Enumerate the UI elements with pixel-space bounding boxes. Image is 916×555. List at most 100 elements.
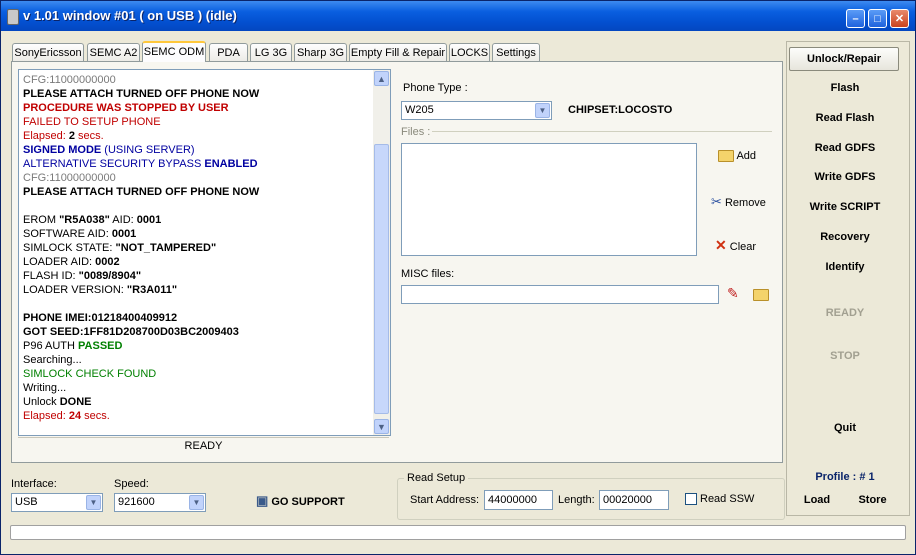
phone-type-value: W205 — [405, 104, 434, 116]
scroll-down-icon[interactable]: ▼ — [374, 419, 389, 434]
log-line: PLEASE ATTACH TURNED OFF PHONE NOW — [23, 186, 260, 198]
go-support-label: GO SUPPORT — [271, 496, 345, 508]
tab-lg-3g[interactable]: LG 3G — [250, 43, 292, 61]
scissors-icon: ✂ — [711, 194, 722, 209]
app-icon — [7, 9, 19, 25]
read-flash-button[interactable]: Read Flash — [790, 112, 900, 124]
write-gdfs-button[interactable]: Write GDFS — [790, 171, 900, 183]
load-profile-button[interactable]: Load — [802, 494, 832, 506]
log-line: SIGNED MODE (USING SERVER) — [23, 143, 368, 157]
store-profile-button[interactable]: Store — [855, 494, 890, 506]
interface-select[interactable]: USB ▼ — [11, 493, 103, 512]
interface-value: USB — [15, 496, 38, 508]
misc-files-input[interactable] — [401, 285, 719, 304]
go-support-button[interactable]: ▣ GO SUPPORT — [256, 493, 345, 509]
scroll-thumb[interactable] — [374, 144, 389, 414]
log-text: AID: — [109, 214, 137, 226]
add-label: Add — [736, 150, 757, 162]
remove-label: Remove — [724, 197, 766, 209]
log-line: FLASH ID: "0089/8904" — [23, 269, 368, 283]
log-text: Elapsed: — [23, 410, 69, 422]
files-list[interactable] — [401, 143, 697, 256]
minimize-button[interactable]: – — [846, 9, 865, 28]
log-line: Writing... — [23, 382, 67, 394]
read-setup-title: Read Setup — [404, 472, 469, 484]
interface-label: Interface: — [11, 478, 57, 490]
edit-pencil-icon[interactable]: ✎ — [727, 285, 739, 302]
clear-button[interactable]: ✕ Clear — [715, 237, 756, 254]
log-line: Searching... — [23, 354, 82, 366]
tab-empty-fill-repair[interactable]: Empty Fill & Repair — [349, 43, 447, 61]
misc-open-button[interactable] — [753, 289, 769, 302]
log-text: secs. — [75, 130, 104, 142]
speed-value: 921600 — [118, 496, 155, 508]
flash-button[interactable]: Flash — [790, 82, 900, 94]
speed-select[interactable]: 921600 ▼ — [114, 493, 206, 512]
length-input[interactable]: 00020000 — [599, 490, 669, 510]
quit-button[interactable]: Quit — [790, 422, 900, 434]
log-text: Unlock — [23, 396, 60, 408]
title-bar[interactable]: v 1.01 window #01 ( on USB ) (idle) – □ … — [1, 1, 915, 31]
tab-sharp-3g[interactable]: Sharp 3G — [294, 43, 347, 61]
clear-x-icon: ✕ — [715, 237, 727, 253]
log-line: P96 AUTH PASSED — [23, 339, 368, 353]
log-line: GOT SEED:1FF81D208700D03BC2009403 — [23, 326, 239, 338]
phone-type-select[interactable]: W205 ▼ — [401, 101, 552, 120]
folder-icon — [718, 150, 734, 163]
chevron-down-icon[interactable]: ▼ — [86, 495, 101, 510]
log-value: PASSED — [78, 340, 123, 352]
log-text: LOADER VERSION: — [23, 284, 127, 296]
tab-locks[interactable]: LOCKS — [449, 43, 490, 61]
add-button[interactable]: Add — [718, 150, 757, 163]
ready-status: READY — [825, 307, 865, 319]
recovery-button[interactable]: Recovery — [790, 231, 900, 243]
tab-semc-odm[interactable]: SEMC ODM — [142, 41, 206, 62]
log-text: Elapsed: — [23, 130, 69, 142]
profile-label: Profile : # 1 — [815, 471, 875, 483]
stop-button[interactable]: STOP — [790, 350, 900, 362]
log-text: SOFTWARE AID: — [23, 228, 112, 240]
log-scrollbar[interactable]: ▲ ▼ — [373, 70, 390, 435]
log-status: READY — [18, 437, 389, 454]
log-output[interactable]: CFG:11000000000 PLEASE ATTACH TURNED OFF… — [18, 69, 391, 436]
read-ssw-checkbox[interactable] — [685, 493, 697, 505]
log-value: 24 — [68, 410, 82, 422]
chevron-down-icon[interactable]: ▼ — [189, 495, 204, 510]
tab-pda[interactable]: PDA — [209, 43, 248, 61]
start-address-value: 44000000 — [488, 494, 537, 506]
log-value: 0001 — [111, 228, 137, 240]
log-text: (USING SERVER) — [101, 144, 195, 156]
progress-bar — [10, 525, 906, 540]
close-button[interactable]: ✕ — [890, 9, 909, 28]
log-line-blank — [23, 199, 368, 213]
tab-semc-a2[interactable]: SEMC A2 — [87, 43, 140, 61]
chevron-down-icon[interactable]: ▼ — [535, 103, 550, 118]
log-line: SOFTWARE AID: 0001 — [23, 227, 368, 241]
length-label: Length: — [558, 494, 595, 506]
log-value: "R5A038" — [59, 214, 110, 226]
log-value: DONE — [59, 396, 92, 408]
files-divider — [432, 131, 772, 132]
read-gdfs-button[interactable]: Read GDFS — [790, 142, 900, 154]
log-text: SIMLOCK STATE: — [23, 242, 116, 254]
log-value: ENABLED — [204, 158, 258, 170]
log-text: P96 AUTH — [23, 340, 79, 352]
maximize-button[interactable]: □ — [868, 9, 887, 28]
scroll-up-icon[interactable]: ▲ — [374, 71, 389, 86]
write-script-button[interactable]: Write SCRIPT — [790, 201, 900, 213]
start-address-input[interactable]: 44000000 — [484, 490, 553, 510]
tab-settings[interactable]: Settings — [492, 43, 540, 61]
phone-type-label: Phone Type : — [403, 82, 468, 94]
log-line: SIMLOCK CHECK FOUND — [23, 368, 157, 380]
log-value: "NOT_TAMPERED" — [115, 242, 217, 254]
log-value: 0002 — [95, 256, 120, 268]
identify-button[interactable]: Identify — [790, 261, 900, 273]
log-line: EROM "R5A038" AID: 0001 — [23, 213, 368, 227]
log-text: SIGNED MODE — [23, 144, 102, 156]
log-line: PHONE IMEI:01218400409912 — [23, 312, 178, 324]
remove-button[interactable]: ✂ Remove — [711, 194, 766, 210]
log-line-blank — [23, 297, 368, 311]
unlock-repair-button[interactable]: Unlock/Repair — [789, 47, 899, 71]
tab-sonyericsson[interactable]: SonyEricsson — [12, 43, 84, 61]
log-text: ALTERNATIVE SECURITY BYPASS — [23, 158, 205, 170]
